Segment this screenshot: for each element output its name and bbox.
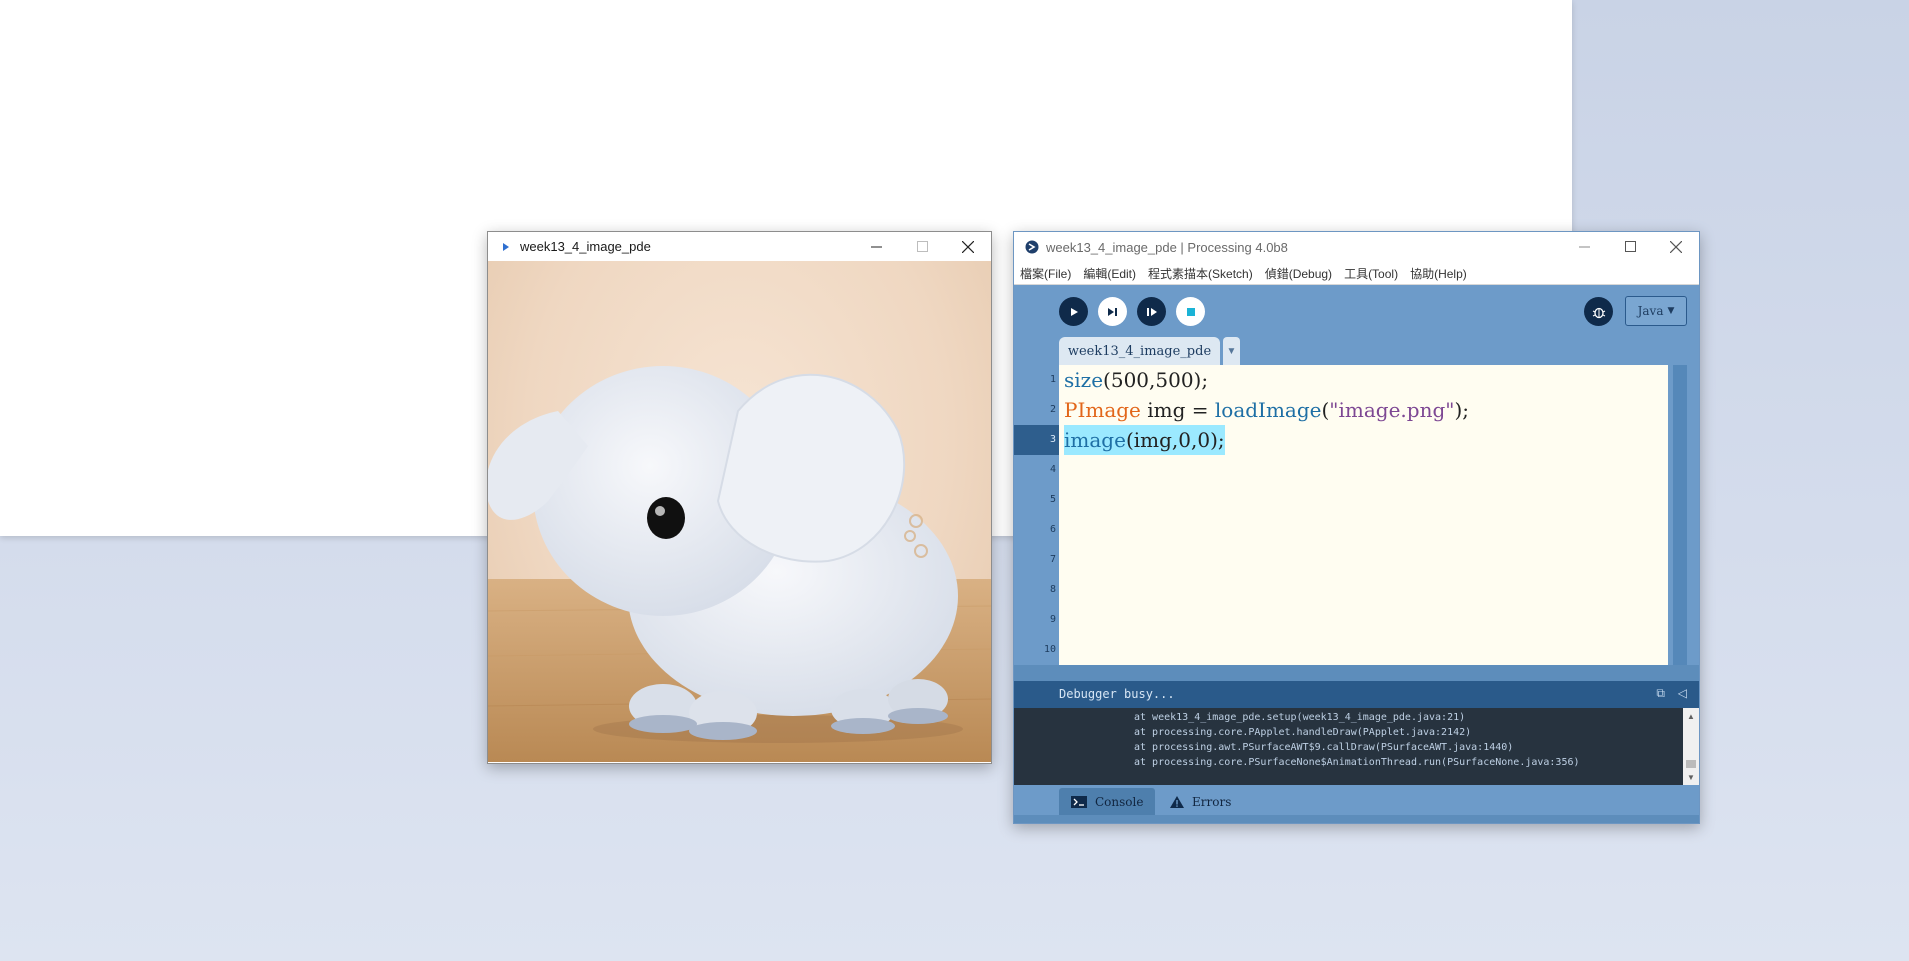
- continue-button[interactable]: [1137, 297, 1166, 326]
- menu-edit[interactable]: 編輯(Edit): [1077, 265, 1142, 282]
- line-number: 8: [1049, 584, 1056, 595]
- step-button[interactable]: [1098, 297, 1127, 326]
- processing-run-icon: [498, 242, 514, 252]
- mode-label: Java: [1637, 304, 1664, 318]
- console-line: at processing.core.PSurfaceNone$Animatio…: [1134, 757, 1580, 768]
- menu-debug[interactable]: 偵錯(Debug): [1259, 265, 1338, 282]
- status-bar: Debugger busy... ⧉ ◁: [1014, 681, 1699, 708]
- menu-file[interactable]: 檔案(File): [1014, 265, 1077, 282]
- line-number: 10: [1043, 644, 1056, 655]
- line-number: 9: [1049, 614, 1056, 625]
- console-line: at processing.core.PApplet.handleDraw(PA…: [1134, 727, 1472, 738]
- line-number: 6: [1049, 524, 1056, 535]
- ide-close-button[interactable]: [1653, 232, 1699, 261]
- minimize-button[interactable]: [853, 232, 899, 261]
- processing-logo-icon: [1024, 240, 1040, 254]
- ide-minimize-button[interactable]: [1561, 232, 1607, 261]
- line-number: 4: [1049, 464, 1056, 475]
- step-icon: [1107, 307, 1117, 316]
- scroll-thumb[interactable]: [1686, 760, 1696, 768]
- continue-icon: [1146, 307, 1157, 316]
- line-number: 5: [1049, 494, 1056, 505]
- stop-button[interactable]: [1176, 297, 1205, 326]
- sketch-window-title: week13_4_image_pde: [520, 239, 651, 254]
- menu-sketch[interactable]: 程式素描本(Sketch): [1142, 265, 1259, 282]
- close-button[interactable]: [945, 232, 991, 261]
- code-editor[interactable]: size(500,500); PImage img = loadImage("im…: [1059, 365, 1668, 665]
- console-tabs: Console Errors: [1014, 785, 1699, 815]
- sketch-output-window: week13_4_image_pde: [487, 231, 992, 764]
- ide-maximize-button[interactable]: [1607, 232, 1653, 261]
- code-token: size: [1064, 368, 1104, 392]
- sketch-tab-bar: week13_4_image_pde ▼: [1014, 335, 1699, 365]
- scroll-up-icon[interactable]: ▲: [1683, 709, 1699, 723]
- tab-week13-4-image-pde[interactable]: week13_4_image_pde: [1059, 337, 1220, 365]
- collapse-console-icon[interactable]: ◁: [1678, 686, 1687, 700]
- line-number: 3: [1049, 434, 1056, 445]
- line-number: 1: [1049, 374, 1056, 385]
- line-number: 2: [1049, 404, 1056, 415]
- ide-window-title: week13_4_image_pde | Processing 4.0b8: [1046, 239, 1288, 255]
- menu-help[interactable]: 協助(Help): [1404, 265, 1473, 282]
- console-output[interactable]: at week13_4_image_pde.setup(week13_4_ima…: [1014, 708, 1699, 785]
- code-token: loadImage: [1214, 398, 1322, 422]
- run-button[interactable]: [1059, 297, 1088, 326]
- maximize-button[interactable]: [899, 232, 945, 261]
- console-line: at processing.awt.PSurfaceAWT$9.callDraw…: [1134, 742, 1514, 753]
- sketch-canvas[interactable]: [488, 261, 991, 762]
- console-icon: [1071, 795, 1087, 808]
- processing-ide-window: week13_4_image_pde | Processing 4.0b8 檔案…: [1013, 231, 1700, 824]
- status-message: Debugger busy...: [1059, 687, 1175, 701]
- play-icon: [1070, 307, 1078, 316]
- ide-titlebar[interactable]: week13_4_image_pde | Processing 4.0b8: [1014, 232, 1699, 262]
- line-number-gutter: 1 2 3 4 5 6 7 8 9 10: [1014, 365, 1059, 665]
- warning-icon: [1170, 795, 1184, 808]
- code-line[interactable]: PImage img = loadImage("image.png");: [1064, 395, 1469, 425]
- tab-console[interactable]: Console: [1059, 788, 1156, 815]
- line-number: 7: [1049, 554, 1056, 565]
- editor-scrollbar[interactable]: [1673, 365, 1687, 665]
- code-token: (500,500);: [1103, 368, 1209, 392]
- debugger-toggle-button[interactable]: [1584, 297, 1613, 326]
- console-line: at week13_4_image_pde.setup(week13_4_ima…: [1134, 712, 1466, 723]
- ide-toolbar: Java ▼: [1014, 285, 1699, 335]
- tab-console-label: Console: [1095, 794, 1144, 809]
- tab-errors-label: Errors: [1192, 794, 1232, 809]
- menu-tool[interactable]: 工具(Tool): [1338, 265, 1404, 282]
- sketch-titlebar[interactable]: week13_4_image_pde: [488, 232, 991, 261]
- console-scrollbar[interactable]: ▲ ▼: [1683, 708, 1699, 785]
- code-token: "image.png": [1329, 398, 1455, 422]
- elephant-plush-image: [488, 366, 991, 762]
- copy-console-icon[interactable]: ⧉: [1656, 686, 1665, 701]
- code-token: image: [1064, 428, 1126, 452]
- stop-icon: [1186, 307, 1195, 316]
- chevron-down-icon: ▼: [1667, 306, 1675, 316]
- code-line[interactable]: image(img,0,0);: [1064, 425, 1225, 455]
- code-token: );: [1454, 398, 1470, 422]
- code-token: img =: [1140, 398, 1215, 422]
- code-token: (img,0,0);: [1125, 428, 1225, 452]
- chevron-down-icon: ▼: [1226, 345, 1237, 357]
- menu-bar: 檔案(File) 編輯(Edit) 程式素描本(Sketch) 偵錯(Debug…: [1014, 262, 1699, 285]
- tab-menu-button[interactable]: ▼: [1223, 337, 1240, 365]
- mode-selector[interactable]: Java ▼: [1625, 296, 1687, 326]
- editor-area: 1 2 3 4 5 6 7 8 9 10 size(500,500); PImage img = l…: [1014, 365, 1699, 665]
- code-line[interactable]: size(500,500);: [1064, 365, 1208, 395]
- scroll-down-icon[interactable]: ▼: [1683, 770, 1699, 784]
- bug-icon: [1592, 307, 1605, 318]
- code-token: PImage: [1064, 398, 1141, 422]
- tab-errors[interactable]: Errors: [1158, 788, 1243, 815]
